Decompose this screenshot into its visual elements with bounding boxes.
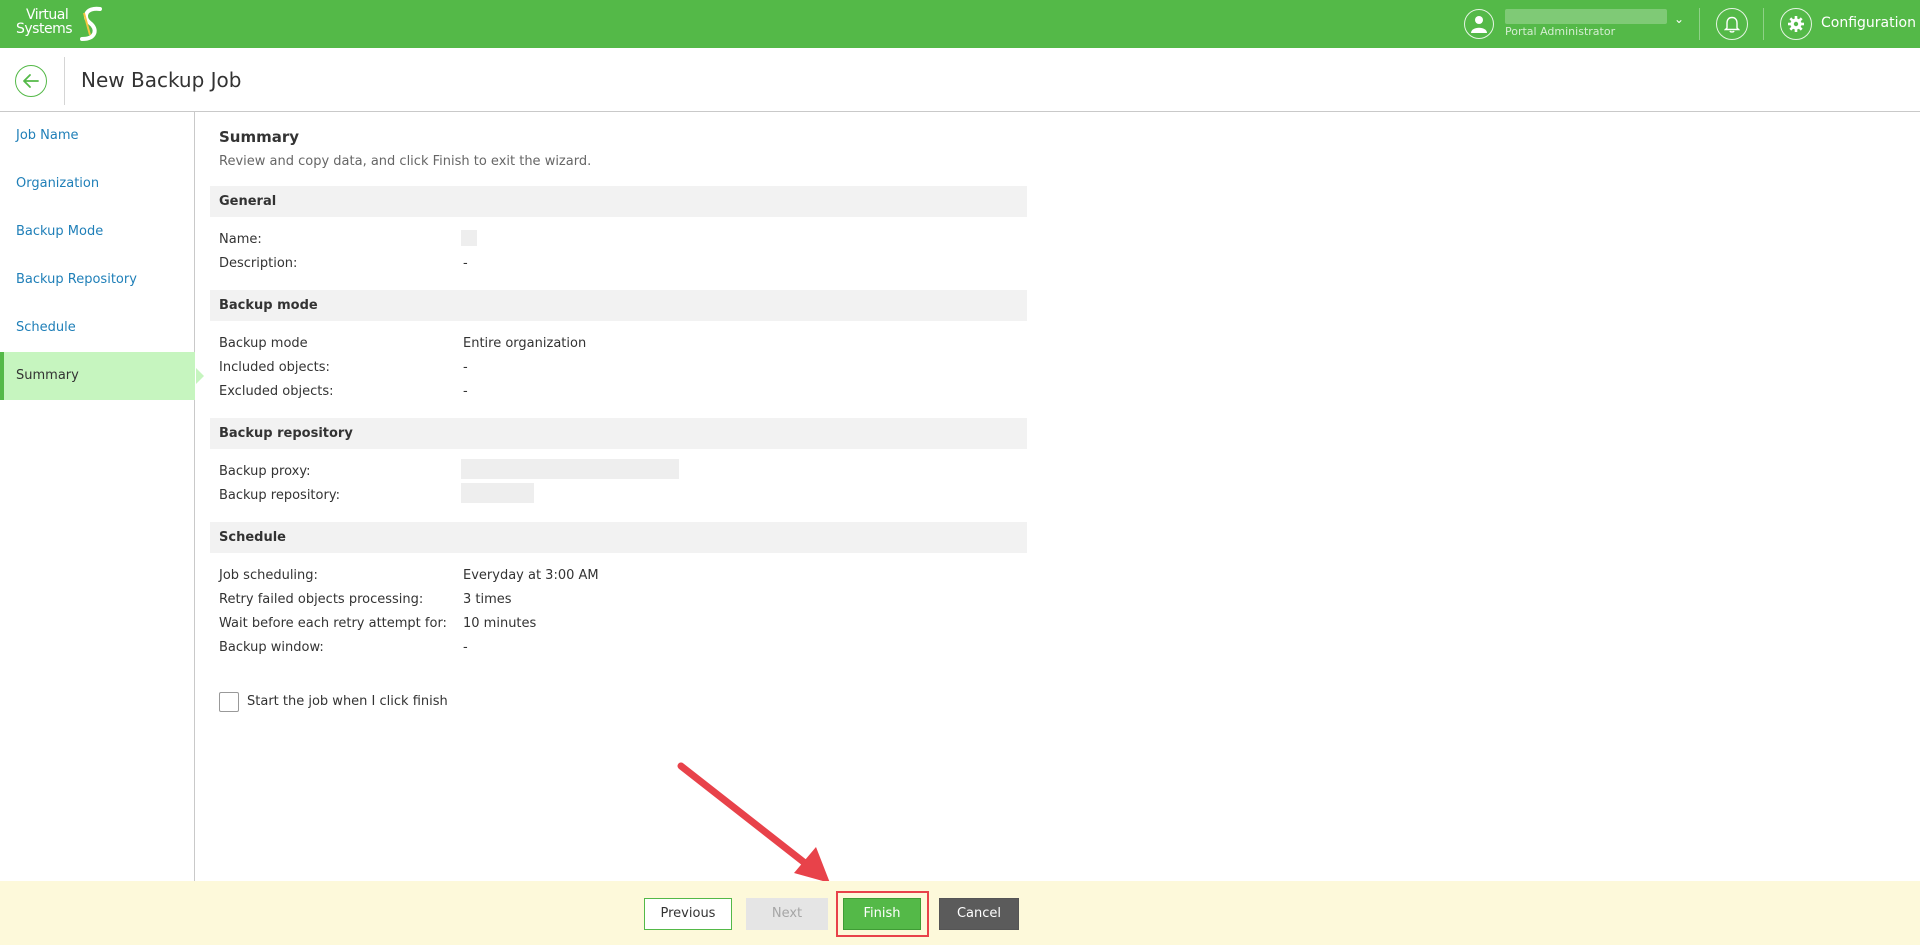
backup-window-label: Backup window: <box>219 640 324 655</box>
bell-icon[interactable] <box>1716 8 1748 40</box>
step-schedule[interactable]: Schedule <box>0 304 195 352</box>
backup-window-value: - <box>463 640 468 655</box>
step-label: Backup Mode <box>16 224 104 239</box>
logo[interactable]: Virtual Systems <box>14 5 114 43</box>
wait-label: Wait before each retry attempt for: <box>219 616 447 631</box>
backup-repository-label: Backup repository: <box>219 488 340 503</box>
name-value-redacted <box>461 230 477 246</box>
step-summary[interactable]: Summary <box>0 352 204 400</box>
step-backup-repository[interactable]: Backup Repository <box>0 256 195 304</box>
name-row: Name: <box>210 229 1027 249</box>
description-value: - <box>463 256 468 271</box>
wait-value: 10 minutes <box>463 616 537 631</box>
section-subtitle: Review and copy data, and click Finish t… <box>219 154 592 169</box>
start-job-option[interactable]: Start the job when I click finish <box>219 692 519 712</box>
arrow-left-icon <box>23 74 39 88</box>
included-objects-label: Included objects: <box>219 360 330 375</box>
chevron-down-icon[interactable]: ⌄ <box>1674 12 1684 26</box>
backup-proxy-label: Backup proxy: <box>219 464 311 479</box>
retry-label: Retry failed objects processing: <box>219 592 424 607</box>
user-name-redacted <box>1505 9 1667 24</box>
cancel-button[interactable]: Cancel <box>939 898 1019 930</box>
section-heading: Backup repository <box>219 426 353 441</box>
start-job-label[interactable]: Start the job when I click finish <box>247 694 448 709</box>
backup-repository-row: Backup repository: <box>210 483 1027 505</box>
backup-proxy-value-redacted <box>461 459 679 479</box>
wizard-footer: Previous Next Finish Cancel <box>0 881 1920 945</box>
step-label: Backup Repository <box>16 272 137 287</box>
step-label: Job Name <box>16 128 79 143</box>
user-role: Portal Administrator <box>1505 25 1616 38</box>
excluded-objects-row: Excluded objects: - <box>210 381 1027 401</box>
schedule-section-header: Schedule <box>210 522 1027 553</box>
page-header: New Backup Job <box>0 48 1920 112</box>
previous-button[interactable]: Previous <box>644 898 732 930</box>
backup-repository-section-header: Backup repository <box>210 418 1027 449</box>
divider <box>64 57 65 105</box>
job-scheduling-row: Job scheduling: Everyday at 3:00 AM <box>210 565 1027 585</box>
excluded-objects-label: Excluded objects: <box>219 384 334 399</box>
description-label: Description: <box>219 256 298 271</box>
backup-mode-section-header: Backup mode <box>210 290 1027 321</box>
excluded-objects-value: - <box>463 384 468 399</box>
finish-button[interactable]: Finish <box>843 898 921 930</box>
back-button[interactable] <box>15 65 47 97</box>
logo-s-mark <box>80 6 102 41</box>
description-row: Description: - <box>210 253 1027 273</box>
step-backup-mode[interactable]: Backup Mode <box>0 208 195 256</box>
user-menu[interactable]: Portal Administrator ⌄ <box>1464 8 1689 40</box>
job-scheduling-label: Job scheduling: <box>219 568 318 583</box>
logo-line2: Systems <box>16 21 73 37</box>
wait-row: Wait before each retry attempt for: 10 m… <box>210 613 1027 633</box>
job-scheduling-value: Everyday at 3:00 AM <box>463 568 599 583</box>
wizard-steps-sidebar: Job Name Organization Backup Mode Backup… <box>0 112 204 881</box>
backup-proxy-row: Backup proxy: <box>210 459 1027 481</box>
section-heading: General <box>219 194 277 209</box>
retry-row: Retry failed objects processing: 3 times <box>210 589 1027 609</box>
configuration-link[interactable]: Configuration <box>1821 15 1916 31</box>
backup-repository-value-redacted <box>461 483 534 503</box>
divider <box>1699 8 1700 40</box>
step-label: Summary <box>16 368 79 383</box>
step-job-name[interactable]: Job Name <box>0 112 195 160</box>
start-job-checkbox[interactable] <box>219 692 239 712</box>
included-objects-row: Included objects: - <box>210 357 1027 377</box>
gear-icon[interactable] <box>1780 8 1812 40</box>
user-icon <box>1464 9 1494 39</box>
retry-value: 3 times <box>463 592 512 607</box>
backup-window-row: Backup window: - <box>210 637 1027 657</box>
name-label: Name: <box>219 232 262 247</box>
included-objects-value: - <box>463 360 468 375</box>
section-heading: Schedule <box>219 530 286 545</box>
backup-mode-row: Backup mode Entire organization <box>210 333 1027 353</box>
next-button: Next <box>746 898 828 930</box>
section-title: Summary <box>219 128 300 146</box>
page-title: New Backup Job <box>81 68 242 92</box>
top-bar: Virtual Systems Portal Administrator ⌄ C… <box>0 0 1920 48</box>
step-label: Organization <box>16 176 100 191</box>
section-heading: Backup mode <box>219 298 318 313</box>
step-organization[interactable]: Organization <box>0 160 195 208</box>
step-label: Schedule <box>16 320 76 335</box>
divider <box>1763 8 1764 40</box>
backup-mode-label: Backup mode <box>219 336 308 351</box>
backup-mode-value: Entire organization <box>463 336 587 351</box>
annotation-arrow <box>677 762 830 883</box>
general-section-header: General <box>210 186 1027 217</box>
